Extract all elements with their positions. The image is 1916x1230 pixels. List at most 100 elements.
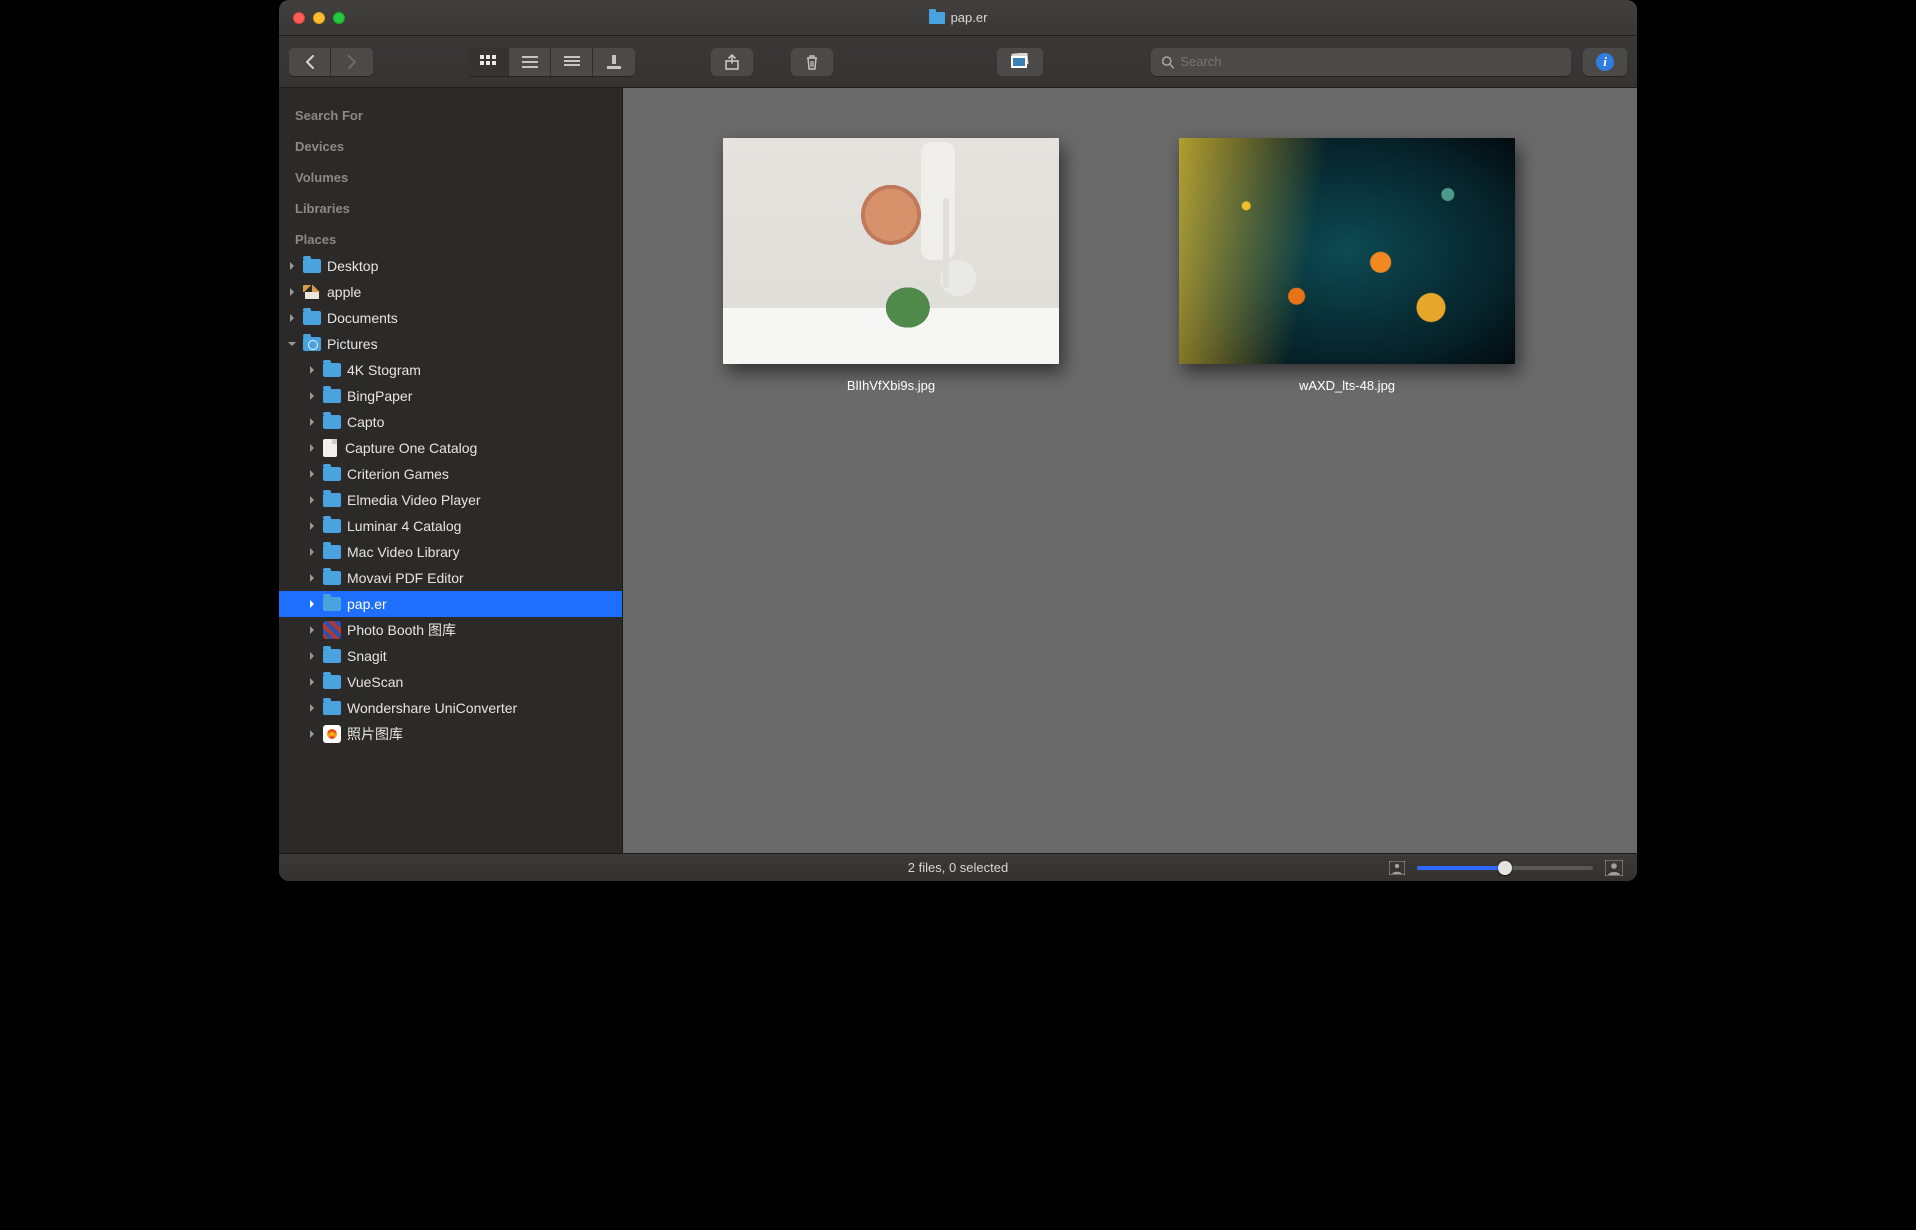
info-button[interactable]: i (1583, 48, 1627, 76)
view-columns-button[interactable] (551, 48, 593, 76)
view-list-button[interactable] (509, 48, 551, 76)
file-thumbnail[interactable] (1179, 138, 1515, 364)
chevron-right-icon[interactable] (307, 365, 317, 375)
window-body: Search For Devices Volumes Libraries Pla… (279, 88, 1637, 853)
chevron-right-icon[interactable] (307, 729, 317, 739)
share-button[interactable] (711, 48, 753, 76)
sidebar-item-luminar-4-catalog[interactable]: Luminar 4 Catalog (279, 513, 622, 539)
sidebar-header-volumes[interactable]: Volumes (279, 160, 622, 191)
sidebar-item-label: Criterion Games (347, 464, 449, 484)
sidebar-item-pap-er[interactable]: pap.er (279, 591, 622, 617)
sidebar-item-pictures[interactable]: Pictures (279, 331, 622, 357)
sidebar-item-label: 照片图库 (347, 724, 403, 744)
folder-icon (323, 415, 341, 429)
sidebar-header-places[interactable]: Places (279, 222, 622, 253)
statusbar: 2 files, 0 selected (279, 853, 1637, 881)
nav-buttons (289, 48, 373, 76)
chevron-right-icon[interactable] (307, 547, 317, 557)
sidebar-item-elmedia-video-player[interactable]: Elmedia Video Player (279, 487, 622, 513)
maximize-window-button[interactable] (333, 12, 345, 24)
chevron-right-icon[interactable] (307, 677, 317, 687)
delete-button[interactable] (791, 48, 833, 76)
chevron-right-icon[interactable] (307, 599, 317, 609)
chevron-right-icon[interactable] (307, 625, 317, 635)
icon-grid: BlIhVfXbi9s.jpg wAXD_lts-48.jpg (623, 88, 1637, 443)
sidebar-item-label: Movavi PDF Editor (347, 568, 464, 588)
slider-knob[interactable] (1498, 861, 1512, 875)
chevron-right-icon[interactable] (307, 443, 317, 453)
sidebar-item--[interactable]: 照片图库 (279, 721, 622, 747)
chevron-right-icon[interactable] (287, 313, 297, 323)
file-name-label[interactable]: BlIhVfXbi9s.jpg (847, 378, 935, 393)
view-icons-button[interactable] (467, 48, 509, 76)
view-gallery-button[interactable] (593, 48, 635, 76)
window-title: pap.er (279, 10, 1637, 25)
sidebar-header-devices[interactable]: Devices (279, 129, 622, 160)
sidebar-item-photo-booth-[interactable]: Photo Booth 图库 (279, 617, 622, 643)
chevron-right-icon[interactable] (287, 287, 297, 297)
sidebar-item-label: Mac Video Library (347, 542, 460, 562)
sidebar-item-label: VueScan (347, 672, 403, 692)
folder-icon (323, 571, 341, 585)
search-icon (1161, 55, 1174, 69)
sidebar-item-capto[interactable]: Capto (279, 409, 622, 435)
back-button[interactable] (289, 48, 331, 76)
forward-button[interactable] (331, 48, 373, 76)
folder-icon (323, 519, 341, 533)
chevron-right-icon[interactable] (307, 703, 317, 713)
sidebar-item-desktop[interactable]: Desktop (279, 253, 622, 279)
person-large-icon[interactable] (1605, 860, 1623, 876)
sidebar-item-4k-stogram[interactable]: 4K Stogram (279, 357, 622, 383)
sidebar-item-bingpaper[interactable]: BingPaper (279, 383, 622, 409)
sidebar-item-criterion-games[interactable]: Criterion Games (279, 461, 622, 487)
minimize-window-button[interactable] (313, 12, 325, 24)
app-icon (323, 621, 341, 639)
sidebar-item-capture-one-catalog[interactable]: Capture One Catalog (279, 435, 622, 461)
slider-fill (1417, 866, 1505, 870)
chevron-right-icon[interactable] (307, 417, 317, 427)
close-window-button[interactable] (293, 12, 305, 24)
photos-button[interactable] (997, 48, 1043, 76)
sidebar-item-label: pap.er (347, 594, 387, 614)
folder-icon (323, 675, 341, 689)
folder-icon (929, 12, 945, 24)
chevron-right-icon[interactable] (307, 469, 317, 479)
chevron-right-icon[interactable] (307, 521, 317, 531)
sidebar[interactable]: Search For Devices Volumes Libraries Pla… (279, 88, 623, 853)
file-name-label[interactable]: wAXD_lts-48.jpg (1299, 378, 1395, 393)
sidebar-item-mac-video-library[interactable]: Mac Video Library (279, 539, 622, 565)
sidebar-item-movavi-pdf-editor[interactable]: Movavi PDF Editor (279, 565, 622, 591)
sidebar-header-libraries[interactable]: Libraries (279, 191, 622, 222)
icon-size-slider[interactable] (1417, 866, 1593, 870)
home-icon (303, 285, 321, 299)
window-title-text: pap.er (951, 10, 988, 25)
folder-icon (323, 597, 341, 611)
person-small-icon[interactable] (1389, 861, 1405, 875)
content-area[interactable]: BlIhVfXbi9s.jpg wAXD_lts-48.jpg (623, 88, 1637, 853)
sidebar-header-search-for[interactable]: Search For (279, 98, 622, 129)
sidebar-item-wondershare-uniconverter[interactable]: Wondershare UniConverter (279, 695, 622, 721)
sidebar-item-snagit[interactable]: Snagit (279, 643, 622, 669)
sidebar-item-documents[interactable]: Documents (279, 305, 622, 331)
search-field[interactable] (1151, 48, 1571, 76)
search-input[interactable] (1180, 54, 1561, 69)
chevron-right-icon[interactable] (287, 261, 297, 271)
file-item[interactable]: wAXD_lts-48.jpg (1179, 138, 1515, 393)
file-thumbnail[interactable] (723, 138, 1059, 364)
sidebar-item-apple[interactable]: apple (279, 279, 622, 305)
sidebar-places-list: Desktop apple Documents Pictures4K StogramB… (279, 253, 622, 747)
chevron-right-icon[interactable] (307, 573, 317, 583)
sidebar-item-vuescan[interactable]: VueScan (279, 669, 622, 695)
chevron-right-icon[interactable] (307, 391, 317, 401)
folder-icon (303, 311, 321, 325)
sidebar-item-label: Desktop (327, 256, 378, 276)
chevron-down-icon[interactable] (287, 339, 297, 349)
sidebar-item-label: Documents (327, 308, 398, 328)
sidebar-item-label: apple (327, 282, 361, 302)
file-icon (323, 439, 337, 457)
chevron-right-icon[interactable] (307, 495, 317, 505)
file-item[interactable]: BlIhVfXbi9s.jpg (723, 138, 1059, 393)
folder-icon (323, 545, 341, 559)
photos-library-icon (323, 725, 341, 743)
chevron-right-icon[interactable] (307, 651, 317, 661)
